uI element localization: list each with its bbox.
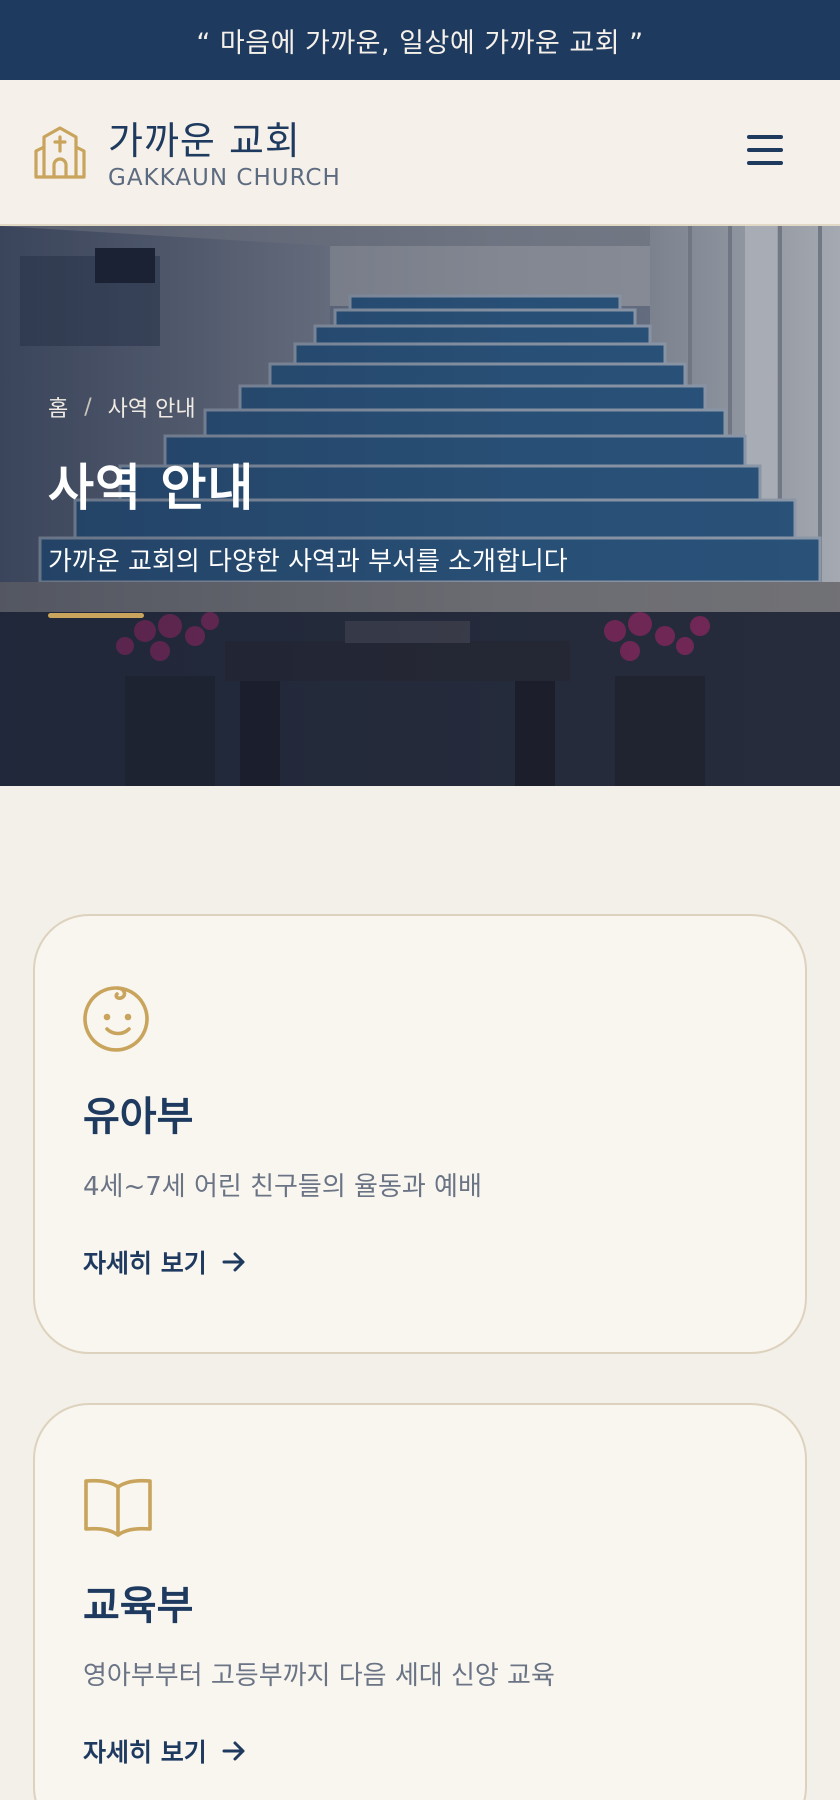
ministry-card-infant[interactable]: 유아부 4세~7세 어린 친구들의 율동과 예배 자세히 보기 xyxy=(33,914,807,1354)
details-link[interactable]: 자세히 보기 xyxy=(83,1733,247,1769)
page-description: 가까운 교회의 다양한 사역과 부서를 소개합니다 xyxy=(48,547,568,577)
church-subtitle: GAKKAUN CHURCH xyxy=(108,165,341,191)
hamburger-menu-icon[interactable] xyxy=(740,125,790,175)
ministry-card-education[interactable]: 교육부 영아부부터 고등부까지 다음 세대 신앙 교육 자세히 보기 xyxy=(33,1403,807,1800)
arrow-right-icon xyxy=(222,1252,245,1272)
top-banner: “ 마음에 가까운, 일상에 가까운 교회 ” xyxy=(0,0,840,80)
breadcrumb-separator: / xyxy=(84,394,92,420)
details-link-label: 자세히 보기 xyxy=(83,1738,207,1767)
page-title: 사역 안내 xyxy=(48,458,255,517)
breadcrumb-home-link[interactable]: 홈 xyxy=(48,391,68,423)
baby-face-icon xyxy=(83,986,149,1052)
site-header: 가까운 교회 GAKKAUN CHURCH xyxy=(0,80,840,226)
open-book-icon xyxy=(84,1478,152,1537)
card-description: 영아부부터 고등부까지 다음 세대 신앙 교육 xyxy=(83,1661,555,1691)
menu-bar xyxy=(747,135,783,139)
card-description: 4세~7세 어린 친구들의 율동과 예배 xyxy=(83,1172,482,1202)
title-accent-line xyxy=(48,613,144,618)
church-name[interactable]: 가까운 교회 xyxy=(108,110,301,165)
breadcrumb-current: 사역 안내 xyxy=(107,397,196,422)
church-icon[interactable] xyxy=(32,125,88,181)
details-link[interactable]: 자세히 보기 xyxy=(83,1244,247,1280)
menu-bar xyxy=(747,161,783,165)
arrow-right-icon xyxy=(222,1741,245,1761)
banner-text: “ 마음에 가까운, 일상에 가까운 교회 ” xyxy=(196,27,644,59)
details-link-label: 자세히 보기 xyxy=(83,1249,207,1278)
hero-section: 홈 / 사역 안내 사역 안내 가까운 교회의 다양한 사역과 부서를 소개합니… xyxy=(0,226,840,786)
card-title: 유아부 xyxy=(83,1093,194,1140)
card-title: 교육부 xyxy=(83,1582,194,1629)
breadcrumb: 홈 / 사역 안내 xyxy=(48,391,196,423)
menu-bar xyxy=(747,148,783,152)
